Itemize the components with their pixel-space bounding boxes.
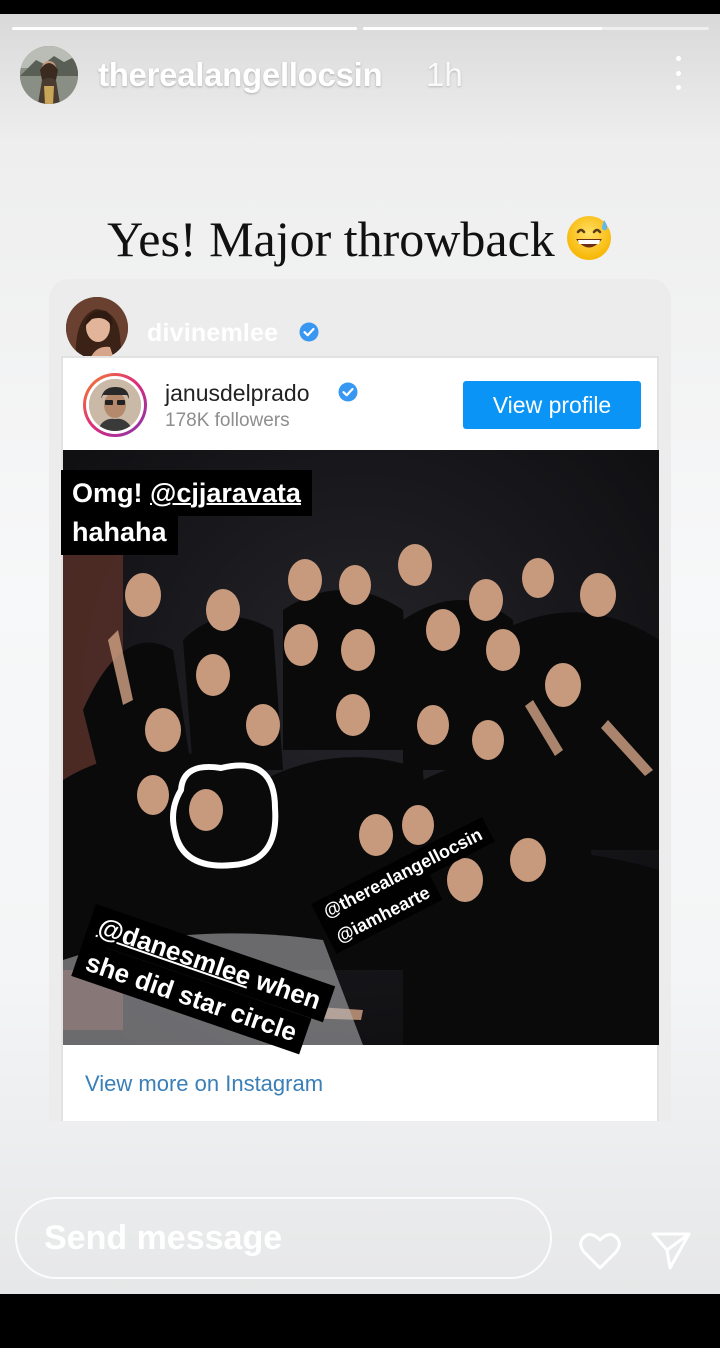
progress-fill <box>363 27 602 30</box>
embed-verified-badge-icon <box>338 382 358 407</box>
story-caption: Yes! Major throwback <box>0 210 720 274</box>
progress-fill <box>12 27 357 30</box>
story-viewer[interactable]: therealangellocsin 1h Yes! Major throwba… <box>0 14 720 1294</box>
more-vertical-icon[interactable] <box>666 56 690 90</box>
sharer-verified-badge-icon <box>299 322 319 347</box>
story-progress-bar-2 <box>363 27 709 30</box>
send-message-input[interactable]: Send message <box>15 1197 552 1279</box>
caption-text: Yes! Major throwback <box>107 211 555 267</box>
navigation-bar <box>0 1294 720 1348</box>
sticker-line-hahaha: hahaha <box>61 513 178 555</box>
view-more-on-instagram-link[interactable]: View more on Instagram <box>85 1071 323 1097</box>
heart-outline-icon[interactable] <box>578 1230 622 1277</box>
embed-username[interactable]: janusdelprado <box>165 380 310 407</box>
view-profile-button[interactable]: View profile <box>463 381 641 429</box>
grinning-sweat-emoji-icon <box>565 214 613 274</box>
sharer-username[interactable]: divinemlee <box>147 319 278 348</box>
author-avatar[interactable] <box>20 46 78 104</box>
mention-cjjaravata[interactable]: @cjjaravata <box>150 478 301 508</box>
post-time: 1h <box>426 56 463 93</box>
story-progress-bar-1 <box>12 27 357 30</box>
sticker-omg-prefix: Omg! <box>72 478 150 508</box>
paper-plane-icon[interactable] <box>650 1230 692 1277</box>
sticker-line-omg: Omg! @cjjaravata <box>61 470 312 516</box>
embed-avatar[interactable] <box>83 373 147 437</box>
sharer-avatar[interactable] <box>66 297 128 359</box>
author-username[interactable]: therealangellocsin <box>98 56 383 94</box>
embed-followers-count: 178K followers <box>165 410 290 431</box>
